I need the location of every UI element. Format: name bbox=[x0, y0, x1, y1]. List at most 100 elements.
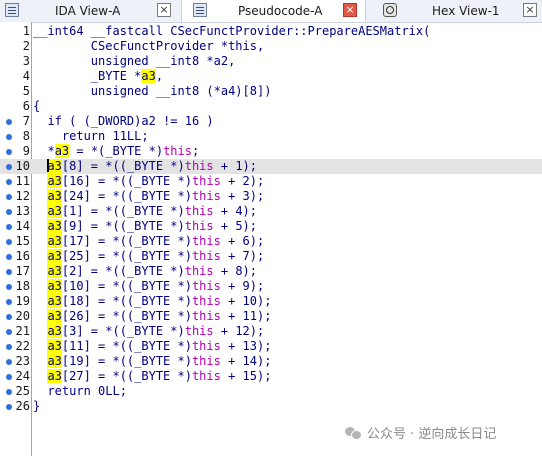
line-number: 14 bbox=[15, 219, 30, 233]
tab-label: Hex View-1 bbox=[432, 4, 500, 18]
code-token: * bbox=[33, 144, 55, 158]
code-text: if ( (_DWORD)a2 != 16 ) bbox=[33, 114, 213, 129]
code-line[interactable]: 1 __int64 __fastcall CSecFunctProvider::P… bbox=[0, 24, 542, 39]
code-line[interactable]: 20 a3[26] = *((_BYTE *)this + 11); bbox=[0, 309, 542, 324]
highlighted-token: a3 bbox=[47, 279, 62, 293]
line-number: 11 bbox=[15, 174, 30, 188]
code-token: + 8); bbox=[213, 264, 257, 278]
close-icon[interactable]: × bbox=[343, 3, 357, 17]
highlighted-token: a3 bbox=[47, 324, 62, 338]
line-number: 20 bbox=[15, 309, 30, 323]
close-icon[interactable]: × bbox=[523, 3, 537, 17]
code-token: + 6); bbox=[220, 234, 265, 248]
line-number: 13 bbox=[15, 204, 30, 218]
this-token: this bbox=[191, 249, 221, 263]
line-number: 9 bbox=[22, 144, 30, 158]
code-line[interactable]: 14 a3[9] = *((_BYTE *)this + 5); bbox=[0, 219, 542, 234]
pseudocode-icon bbox=[193, 3, 207, 17]
code-line[interactable]: 13 a3[1] = *((_BYTE *)this + 4); bbox=[0, 204, 542, 219]
this-token: this bbox=[191, 369, 221, 383]
code-line[interactable]: 18 a3[10] = *((_BYTE *)this + 9); bbox=[0, 279, 542, 294]
highlighted-token: a3 bbox=[47, 309, 62, 323]
code-line[interactable]: 25 return 0LL; bbox=[0, 384, 542, 399]
code-token: + 15); bbox=[220, 369, 272, 383]
tab-pseudocode[interactable]: Pseudocode-A × bbox=[181, 0, 366, 22]
highlighted-token: a3 bbox=[47, 159, 62, 173]
code-token: , bbox=[155, 69, 164, 83]
code-line[interactable]: 12 a3[24] = *((_BYTE *)this + 3); bbox=[0, 189, 542, 204]
code-line[interactable]: 3 unsigned __int8 *a2, bbox=[0, 54, 542, 69]
code-token: + 14); bbox=[220, 354, 272, 368]
code-line[interactable]: 9 *a3 = *(_BYTE *)this; bbox=[0, 144, 542, 159]
code-text: { bbox=[33, 99, 40, 114]
line-number: 2 bbox=[22, 39, 30, 53]
line-number: 6 bbox=[22, 99, 30, 113]
highlighted-token: a3 bbox=[47, 264, 62, 278]
line-number: 15 bbox=[15, 234, 30, 248]
code-token: unsigned __int8 (*a4)[8]) bbox=[33, 84, 272, 98]
line-number: 5 bbox=[22, 84, 30, 98]
text-cursor bbox=[47, 159, 50, 172]
highlighted-token: a3 bbox=[47, 354, 62, 368]
this-token: this bbox=[191, 189, 221, 203]
this-token: this bbox=[184, 219, 214, 233]
code-line[interactable]: 5 unsigned __int8 (*a4)[8]) bbox=[0, 84, 542, 99]
code-line[interactable]: 7 if ( (_DWORD)a2 != 16 ) bbox=[0, 114, 542, 129]
this-token: this bbox=[191, 339, 221, 353]
line-number: 21 bbox=[15, 324, 30, 338]
code-text: a3[26] = *((_BYTE *)this + 11); bbox=[33, 309, 271, 324]
this-token: this bbox=[163, 144, 192, 158]
line-number: 18 bbox=[15, 279, 30, 293]
code-line[interactable]: 26} bbox=[0, 399, 542, 414]
tab-hex-view[interactable]: Hex View-1 × bbox=[368, 0, 542, 22]
line-number: 22 bbox=[15, 339, 30, 353]
code-line[interactable]: 10 a3[8] = *((_BYTE *)this + 1); bbox=[0, 159, 542, 174]
code-line[interactable]: 15 a3[17] = *((_BYTE *)this + 6); bbox=[0, 234, 542, 249]
code-text: a3[25] = *((_BYTE *)this + 7); bbox=[33, 249, 264, 264]
code-text: a3[3] = *((_BYTE *)this + 12); bbox=[33, 324, 264, 339]
line-number: 17 bbox=[15, 264, 30, 278]
code-token: = *(_BYTE *) bbox=[69, 144, 164, 158]
code-line[interactable]: 11 a3[16] = *((_BYTE *)this + 2); bbox=[0, 174, 542, 189]
code-line[interactable]: 16 a3[25] = *((_BYTE *)this + 7); bbox=[0, 249, 542, 264]
code-line[interactable]: 2 CSecFunctProvider *this, bbox=[0, 39, 542, 54]
code-line[interactable]: 4 _BYTE *a3, bbox=[0, 69, 542, 84]
code-line[interactable]: 22 a3[11] = *((_BYTE *)this + 13); bbox=[0, 339, 542, 354]
tab-ida-view[interactable]: IDA View-A × bbox=[0, 0, 178, 22]
code-line[interactable]: 24 a3[27] = *((_BYTE *)this + 15); bbox=[0, 369, 542, 384]
this-token: this bbox=[184, 204, 214, 218]
code-text: CSecFunctProvider *this, bbox=[33, 39, 264, 54]
code-line[interactable]: 8 return 11LL; bbox=[0, 129, 542, 144]
code-line[interactable]: 6{ bbox=[0, 99, 542, 114]
code-text: a3[2] = *((_BYTE *)this + 8); bbox=[33, 264, 257, 279]
line-number: 26 bbox=[15, 399, 30, 413]
ida-view-icon bbox=[5, 3, 19, 17]
code-line[interactable]: 19 a3[18] = *((_BYTE *)this + 10); bbox=[0, 294, 542, 309]
code-token: CSecFunctProvider *this, bbox=[33, 39, 265, 53]
code-token: [27] = *((_BYTE *) bbox=[61, 369, 192, 383]
code-token: unsigned __int8 *a2, bbox=[33, 54, 236, 68]
code-token: + 11); bbox=[220, 309, 272, 323]
highlighted-token: a3 bbox=[47, 249, 62, 263]
code-line[interactable]: 21 a3[3] = *((_BYTE *)this + 12); bbox=[0, 324, 542, 339]
code-token: + 13); bbox=[220, 339, 272, 353]
this-token: this bbox=[191, 309, 221, 323]
line-number: 16 bbox=[15, 249, 30, 263]
code-line[interactable]: 23 a3[19] = *((_BYTE *)this + 14); bbox=[0, 354, 542, 369]
code-line[interactable]: 17 a3[2] = *((_BYTE *)this + 8); bbox=[0, 264, 542, 279]
close-icon[interactable]: × bbox=[157, 3, 171, 17]
line-number: 25 bbox=[15, 384, 30, 398]
code-text: return 0LL; bbox=[33, 384, 126, 399]
code-text: } bbox=[33, 399, 40, 414]
code-token: [1] = *((_BYTE *) bbox=[61, 204, 185, 218]
code-token: [16] = *((_BYTE *) bbox=[61, 174, 192, 188]
highlighted-token: a3 bbox=[47, 234, 62, 248]
